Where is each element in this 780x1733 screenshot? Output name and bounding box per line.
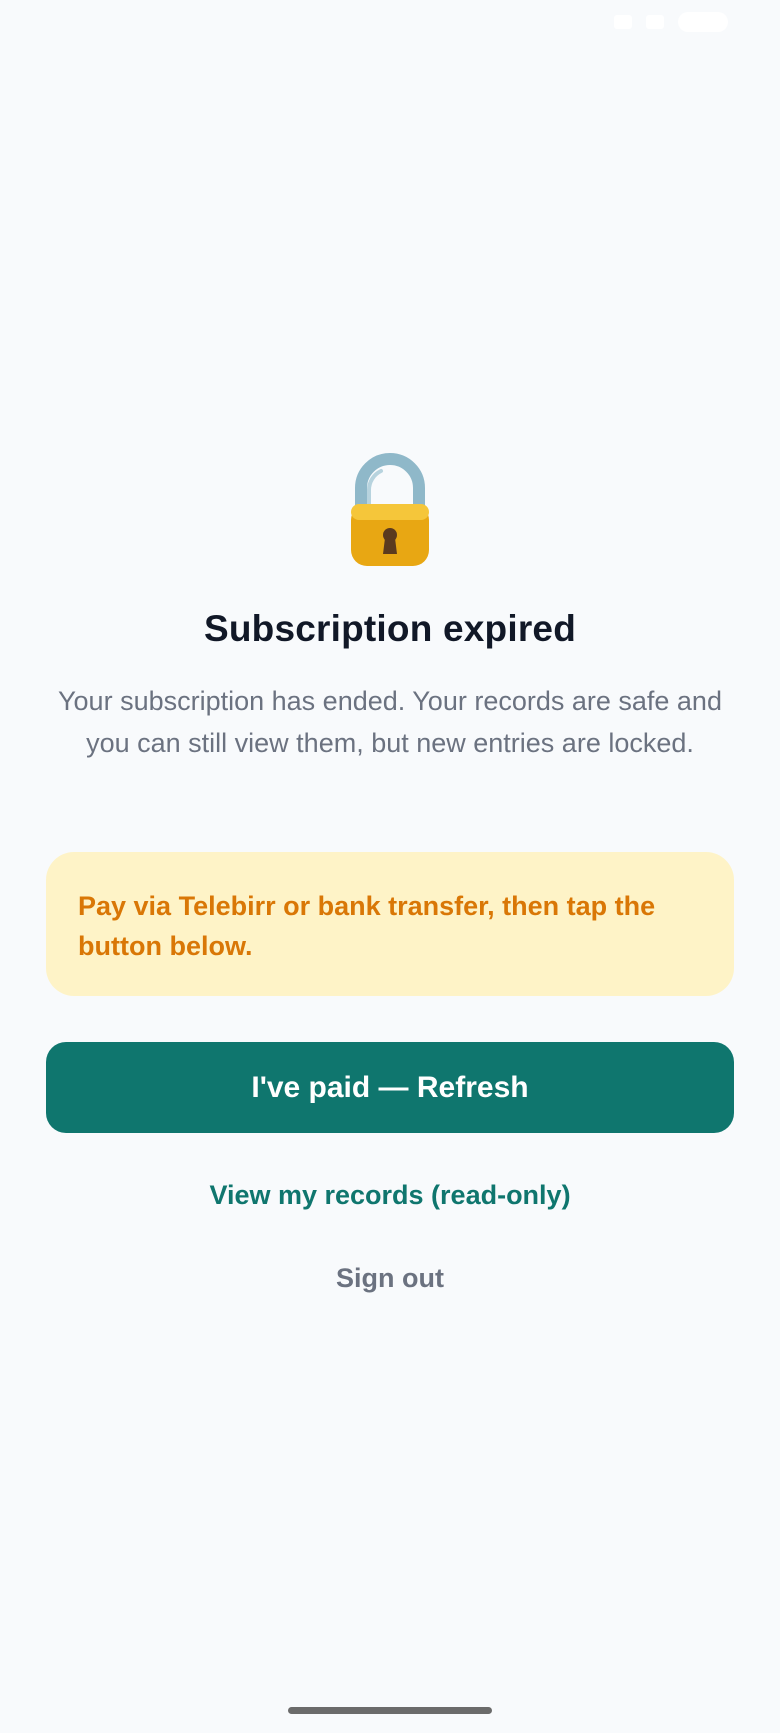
view-records-button[interactable]: View my records (read-only) [0,1180,780,1211]
payment-notice-text: Pay via Telebirr or bank transfer, then … [78,891,656,961]
wifi-icon [614,15,632,29]
page-title: Subscription expired [203,608,576,649]
status-icons [614,12,728,32]
subscription-expired-screen: Subscription expired Your subscription h… [0,0,780,1733]
home-indicator[interactable] [288,1707,492,1714]
payment-notice: Pay via Telebirr or bank transfer, then … [46,852,734,996]
status-bar [0,0,780,44]
battery-icon [678,12,728,32]
paid-refresh-button[interactable]: I've paid — Refresh [46,1042,734,1133]
lock-icon [339,452,441,572]
sign-out-button[interactable]: Sign out [0,1263,780,1294]
signal-icon [646,15,664,29]
subscription-description: Your subscription has ended. Your record… [58,686,722,758]
